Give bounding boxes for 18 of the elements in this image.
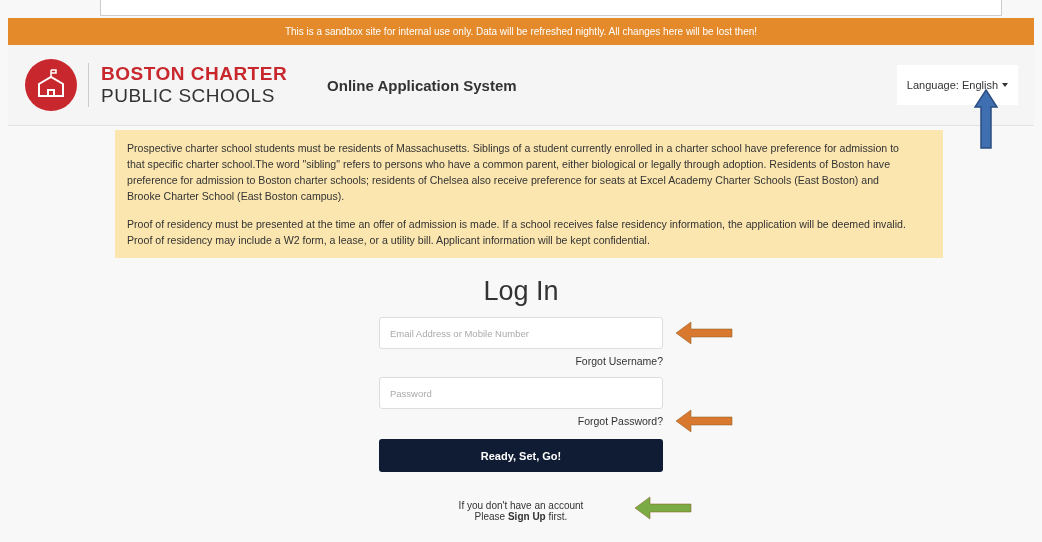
notice-text: Proof of residency must be presented at the time an offer of admission is made. If a school receives false residency information, the application will be deemed invalid. Proof of residency may include a W2 form, a lease, or a utility bill. Applicant information will be kept confidential. — [127, 217, 907, 248]
address-bar[interactable] — [100, 0, 1002, 16]
caret-icon — [1002, 83, 1008, 87]
app-title: Online Application System — [327, 76, 517, 94]
signup-hint: If you don't have an account — [458, 500, 584, 511]
password-field[interactable]: Password — [379, 377, 663, 409]
login-title: Log In — [483, 276, 559, 307]
email-field[interactable]: Email Address or Mobile Number — [379, 317, 663, 349]
forgot-password-link[interactable]: Forgot Password? — [577, 415, 663, 427]
sandbox-banner: This is a sandbox site for internal use only. Data will be refreshed nightly. All changes here will be lost then! — [8, 18, 1034, 45]
language-dropdown[interactable]: Language: English — [896, 65, 1018, 105]
forgot-username-link[interactable]: Forgot Username? — [575, 355, 663, 367]
logo-subtitle: PUBLIC SCHOOLS — [101, 85, 276, 107]
school-logo-icon — [24, 58, 78, 112]
submit-button[interactable]: Ready, Set, Go! — [379, 439, 663, 472]
logo-title: BOSTON CHARTER — [101, 63, 288, 85]
signup-prompt: Please Sign Up first. — [474, 511, 568, 522]
notice-text: Prospective charter school students must be residents of Massachusetts. Siblings of a student currently enrolled in a charter school have preference for admission to that specific charter school.The word "sibling" refers to persons who have a common parent, either biological or legally through adoption. Residents of Boston have preference for admission to Boston charter schools; residents of Chelsea also receive preference for seats at Excel Academy Charter Schools (East Boston) and Brooke Charter School (East Boston campus). — [127, 141, 900, 204]
